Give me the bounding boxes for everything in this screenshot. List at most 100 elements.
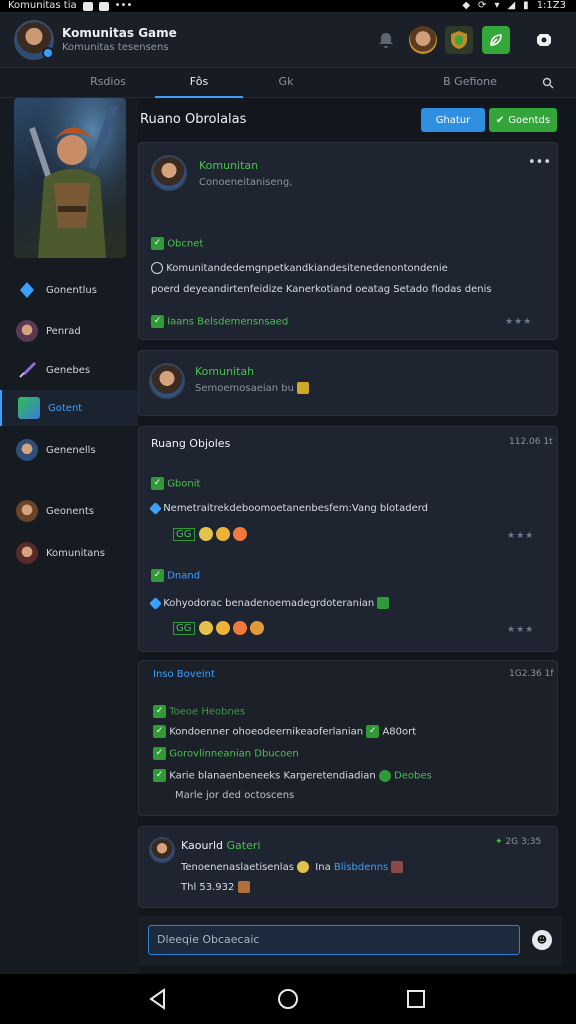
avatar-icon	[16, 542, 38, 564]
author-avatar[interactable]	[149, 837, 175, 863]
user-avatar-icon[interactable]	[409, 26, 437, 54]
sidebar-item-label: Gonentlus	[46, 284, 97, 296]
timestamp: 2G 3;35	[505, 837, 542, 847]
emoji-icon[interactable]	[215, 527, 230, 541]
status-bar: Komunitas tia ••• ◆ ⟳ ▾ ◢ ▮ 1:1Z3	[0, 0, 576, 12]
status-left-text: Komunitas tia	[8, 0, 77, 11]
post-text: Thl 53.932	[181, 882, 235, 893]
info-text: Gorovlinneanian Dbucoen	[169, 748, 299, 760]
reaction-row[interactable]: GG	[173, 527, 250, 541]
shield-icon: ◆	[462, 0, 471, 11]
info-extra: Deobes	[394, 770, 432, 782]
author-name[interactable]: Kaourld	[181, 839, 223, 852]
reaction-badge: GG	[173, 528, 195, 541]
hero-banner-image	[14, 98, 126, 258]
search-icon[interactable]	[536, 68, 560, 98]
chat-button-label: Ghatur	[435, 114, 471, 126]
back-icon[interactable]	[145, 986, 171, 1012]
emoji-picker-icon[interactable]: ☻	[532, 930, 552, 950]
chat-button[interactable]: Ghatur	[421, 108, 485, 132]
emoji-icon[interactable]	[232, 527, 247, 541]
sidebar-item-komunitans[interactable]: Komunitans	[0, 535, 138, 571]
home-icon[interactable]	[275, 986, 301, 1012]
author-avatar[interactable]	[149, 363, 185, 399]
info-icon	[151, 262, 163, 274]
green-action-button[interactable]: ✔ Goentds	[489, 108, 557, 132]
sidebar-item-genebes[interactable]: Genebes	[0, 352, 138, 388]
check-icon: ✓	[153, 705, 166, 718]
badge-icon	[378, 769, 391, 782]
tab-fos[interactable]: Fôs	[155, 68, 243, 98]
timestamp: 1G2.36 1f	[509, 669, 554, 679]
emoji-icon[interactable]	[198, 621, 213, 635]
check-icon: ✓	[151, 315, 164, 328]
recents-icon[interactable]	[403, 986, 429, 1012]
leaf-icon[interactable]	[482, 26, 510, 54]
rating-stars-icon: ★★★	[505, 317, 533, 327]
mention-link[interactable]: Blisbdenns	[334, 862, 388, 873]
tab-gefione[interactable]: B Gefione	[420, 68, 520, 98]
post-line: poerd deyeandirtenfeidize Kanerkotiand o…	[151, 284, 492, 295]
timestamp-row: ✦ 2G 3;35	[495, 837, 541, 847]
check-icon: ✔	[495, 114, 505, 126]
sidebar-item-gonentlus[interactable]: Gonentlus	[0, 272, 138, 308]
clock: 1:1Z3	[536, 0, 566, 11]
avatar-icon	[16, 439, 38, 461]
message-line: Kohyodorac benadenoemadegrdoteranian	[149, 596, 390, 610]
author-name[interactable]: Komunitan	[199, 159, 258, 172]
check-icon: ✓	[366, 725, 380, 738]
author-avatar[interactable]	[151, 155, 187, 191]
message-tag: ✓ Gbonit	[151, 477, 200, 490]
post-tag: ✓ Obcnet	[151, 237, 203, 250]
profile-avatar[interactable]	[14, 20, 54, 60]
sidebar-item-genenells[interactable]: Genenells	[0, 432, 138, 468]
check-icon: ✓	[153, 769, 166, 782]
author-tag: Gateri	[226, 839, 261, 852]
post-card[interactable]: Komunitan Conoeneitaniseng, ••• ✓ Obcnet…	[138, 142, 558, 340]
emoji-icon[interactable]	[249, 621, 264, 635]
post-line: Komunitandedemgnpetkandkiandesitenedenon…	[151, 262, 448, 274]
emoji-icon[interactable]	[232, 621, 247, 635]
tab-rsdios[interactable]: Rsdios	[62, 68, 154, 98]
diamond-icon	[149, 596, 162, 610]
sidebar-item-geonents[interactable]: Geonents	[0, 493, 138, 529]
more-options-icon[interactable]: •••	[528, 155, 551, 170]
room-card-title: Ruang Objoles	[151, 437, 231, 450]
sidebar-item-label: Komunitans	[46, 547, 105, 559]
info-card[interactable]: Inso Boveint 1G2.36 1f ✓ Toeoe Heobnes ✓…	[138, 660, 558, 816]
rating-stars-icon: ★★★	[507, 531, 535, 541]
leaf-icon: ✦	[495, 837, 503, 847]
post-card[interactable]: Kaourld Gateri ✦ 2G 3;35 Tenoenenaslaeti…	[138, 826, 558, 908]
post-line: Tenoenenaslaetisenlas Ina Blisbdenns	[181, 861, 404, 873]
tab-gk[interactable]: Gk	[245, 68, 327, 98]
info-text: Kondoenner ohoeodeernikeaoferlanian	[169, 726, 364, 738]
author-name[interactable]: Komunitah	[195, 365, 254, 378]
badge-icon	[377, 597, 390, 609]
emoji-icon[interactable]	[198, 527, 213, 541]
reaction-row[interactable]: GG	[173, 621, 267, 635]
room-title: Ruano Obrolalas	[140, 112, 247, 127]
post-text: Semoemosaeian bu	[195, 383, 294, 394]
sidebar: Gonentlus Penrad Genebes Gotent Genenell…	[0, 98, 138, 974]
reaction-badge: GG	[173, 622, 195, 635]
sidebar-item-penrad[interactable]: Penrad	[0, 313, 138, 349]
message-input[interactable]: Dleeqie Obcaecaic	[148, 925, 520, 955]
sidebar-item-gotent[interactable]: Gotent	[0, 390, 138, 426]
message-line: Nemetraitrekdeboomoetanenbesfem:Vang blo…	[149, 501, 428, 515]
info-line: ✓ Kondoenner ohoeodeernikeaoferlanian ✓ …	[153, 725, 416, 738]
app-title: Komunitas Game	[62, 26, 177, 40]
wifi-icon: ▾	[494, 0, 500, 11]
sidebar-item-label: Penrad	[46, 325, 81, 337]
tab-bar: Rsdios Fôs Gk B Gefione	[0, 68, 576, 98]
bell-icon[interactable]	[372, 26, 400, 54]
notification-icon	[98, 1, 109, 11]
post-card[interactable]: Komunitah Semoemosaeian bu	[138, 350, 558, 416]
battery-icon: ▮	[523, 0, 529, 11]
avatar-icon	[16, 320, 38, 342]
room-card[interactable]: Ruang Objoles 112.06 1t ✓ Gbonit Nemetra…	[138, 426, 558, 652]
app-subtitle: Komunitas tesensens	[62, 42, 169, 53]
avatar-icon	[16, 500, 38, 522]
badge-icon[interactable]	[445, 26, 473, 54]
emoji-icon[interactable]	[215, 621, 230, 635]
gamepad-icon[interactable]	[530, 26, 558, 54]
